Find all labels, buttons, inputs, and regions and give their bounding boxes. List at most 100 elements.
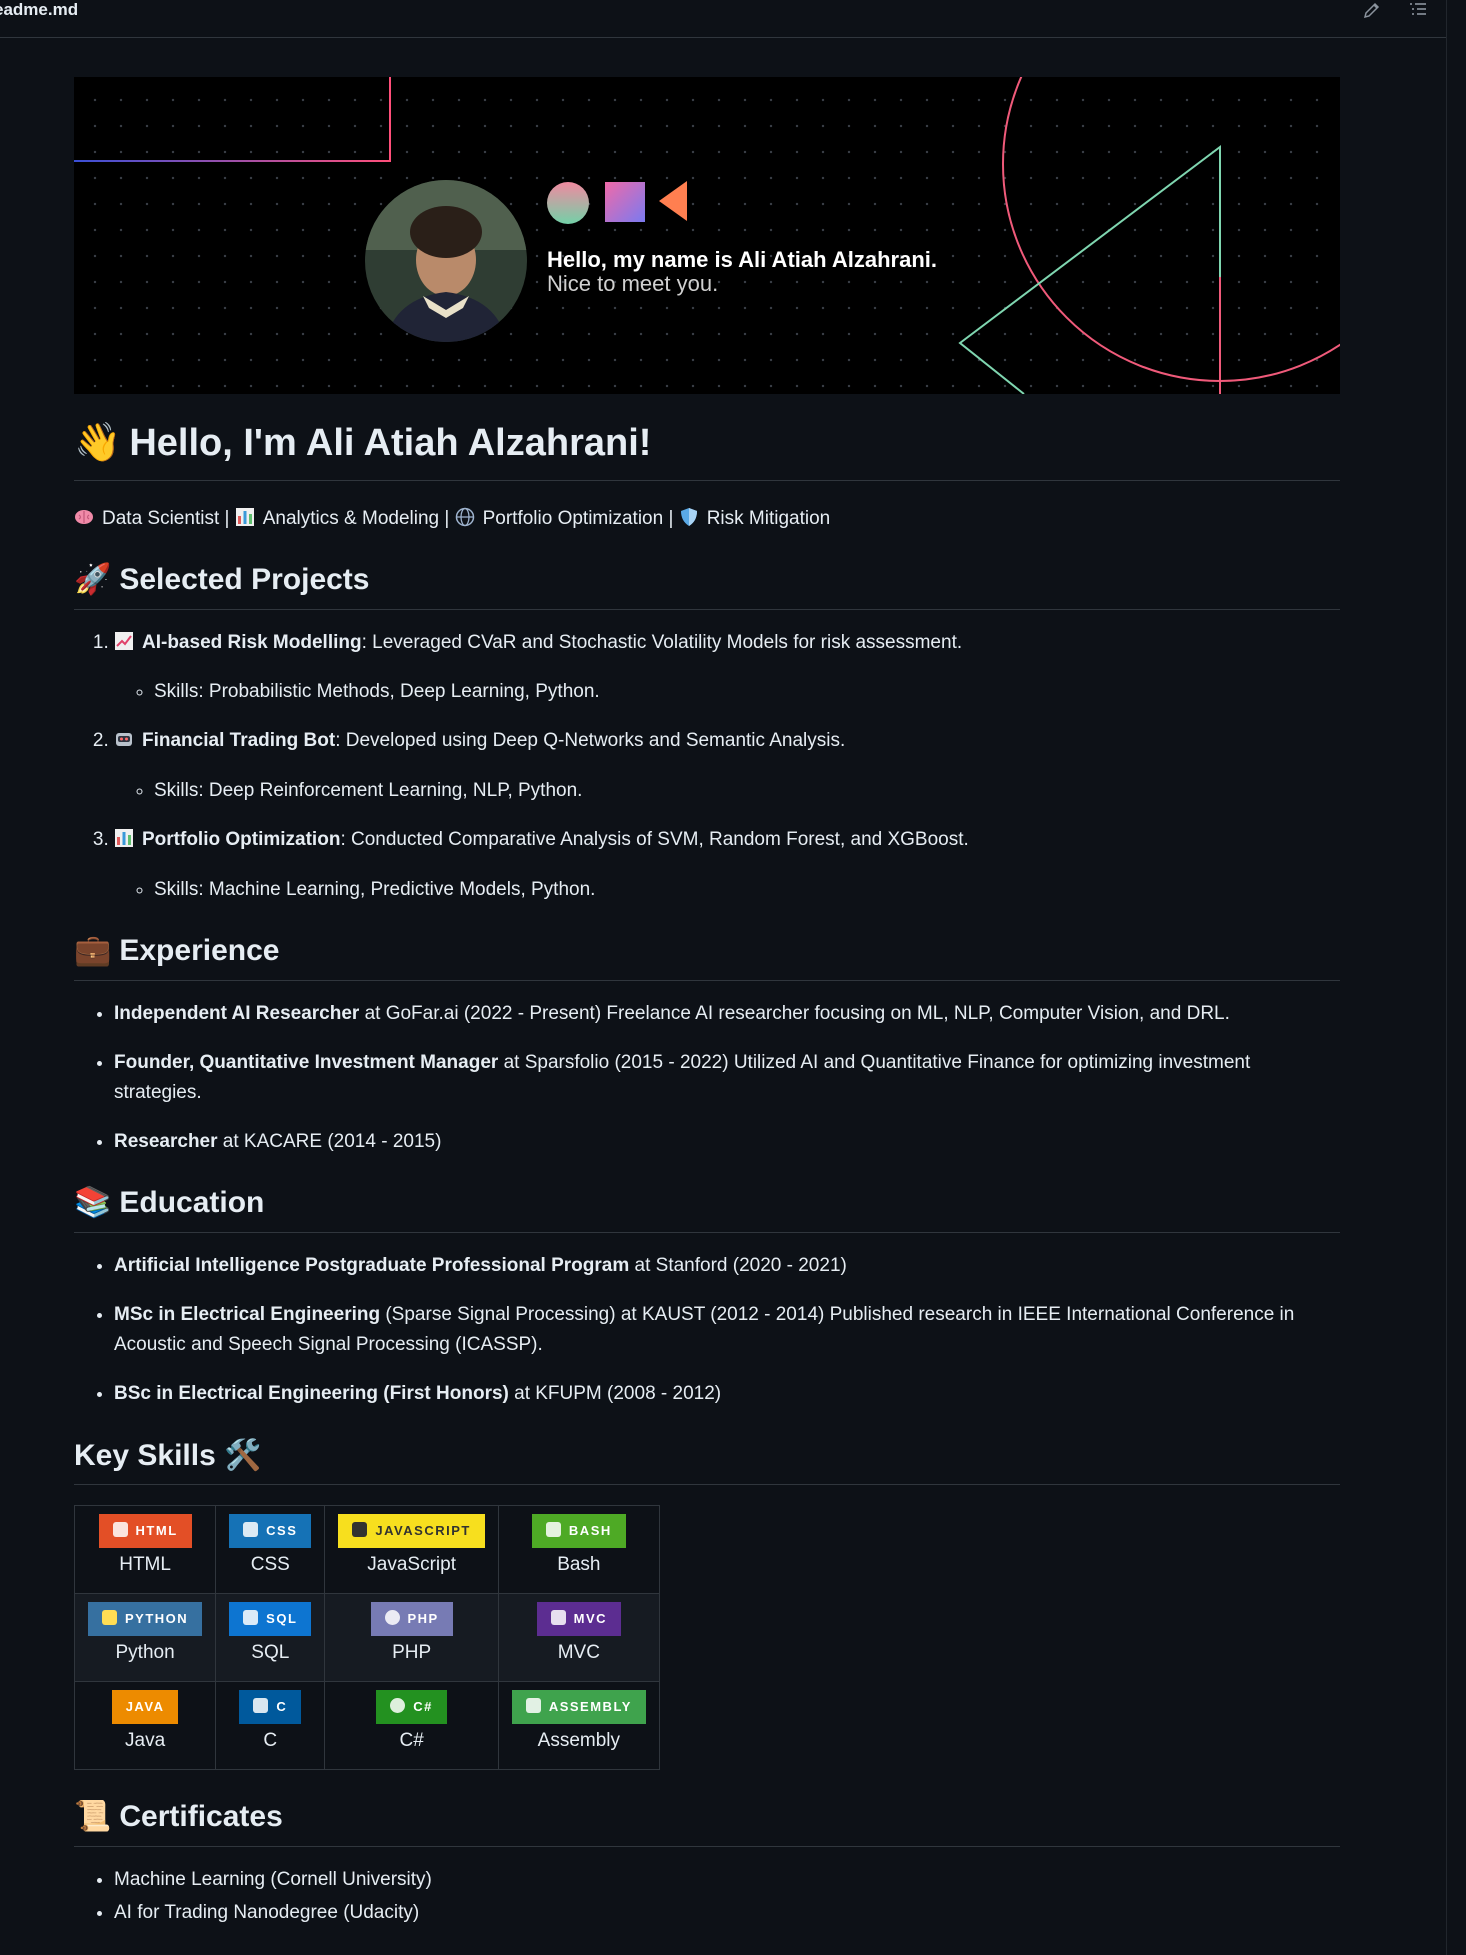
skill-badge[interactable]: CSS	[229, 1514, 312, 1549]
badge-text: C	[276, 1699, 288, 1715]
project-name: AI-based Risk Modelling	[142, 631, 362, 653]
page-title-text: Hello, I'm Ali Atiah Alzahrani!	[129, 422, 652, 464]
badge-text: SQL	[266, 1611, 298, 1627]
projects-list: AI-based Risk Modelling: Leveraged CVaR …	[74, 628, 1340, 905]
database-icon	[243, 1610, 259, 1626]
skill-label: Java	[125, 1730, 166, 1752]
vertical-scrollbar[interactable]	[1446, 0, 1466, 1955]
skill-label: SQL	[251, 1642, 290, 1664]
tagline: Data Scientist | Analytics & Modeling | …	[74, 505, 1340, 534]
list-item: AI-based Risk Modelling: Leveraged CVaR …	[114, 628, 1340, 707]
briefcase-icon: 💼	[74, 934, 112, 968]
project-name: Portfolio Optimization	[142, 829, 341, 851]
degree-title: BSc in Electrical Engineering (First Hon…	[114, 1383, 509, 1405]
chart-increasing-icon	[114, 631, 134, 651]
list-item: BSc in Electrical Engineering (First Hon…	[114, 1379, 1340, 1408]
javascript-icon	[352, 1522, 368, 1538]
scroll-icon: 📜	[74, 1800, 112, 1834]
project-desc: : Developed using Deep Q-Networks and Se…	[335, 730, 846, 752]
globe-icon	[455, 507, 475, 527]
square-shape-icon	[605, 182, 645, 222]
badge-text: JAVA	[125, 1699, 165, 1715]
project-desc: : Leveraged CVaR and Stochastic Volatili…	[361, 631, 963, 653]
experience-list: Independent AI Researcher at GoFar.ai (2…	[74, 999, 1340, 1157]
python-icon	[102, 1610, 117, 1626]
skill-cell: PHP PHP	[324, 1593, 499, 1683]
section-title: Education	[119, 1186, 265, 1220]
circle-shape-icon	[547, 182, 589, 224]
skill-cell: HTML HTML	[73, 1505, 217, 1595]
skill-badge[interactable]: ASSEMBLY	[511, 1690, 646, 1725]
skill-label: Bash	[557, 1554, 601, 1576]
tagline-separator: |	[224, 507, 230, 529]
skill-badge[interactable]: PYTHON	[88, 1602, 203, 1637]
table-row: JAVA Java CC C# C# ASSEMBLY Assembly	[73, 1681, 660, 1771]
role-title: Researcher	[114, 1130, 218, 1152]
rocket-icon: 🚀	[74, 563, 112, 596]
skill-label: C#	[399, 1730, 424, 1752]
list-item: Skills: Deep Reinforcement Learning, NLP…	[154, 776, 1340, 805]
list-item: Financial Trading Bot: Developed using D…	[114, 726, 1340, 805]
skill-badge[interactable]: BASH	[531, 1514, 626, 1549]
skill-badge[interactable]: C#	[376, 1690, 447, 1725]
tagline-separator: |	[668, 507, 674, 529]
list-item: Founder, Quantitative Investment Manager…	[114, 1048, 1340, 1107]
section-title: Selected Projects	[119, 563, 370, 596]
section-heading-projects: 🚀 Selected Projects	[74, 561, 1340, 610]
section-title: Key Skills	[74, 1438, 216, 1472]
skill-badge[interactable]: JAVASCRIPT	[338, 1514, 485, 1549]
list-item: Researcher at KACARE (2014 - 2015)	[114, 1127, 1340, 1156]
skill-badge[interactable]: JAVA	[111, 1690, 179, 1725]
table-row: PYTHON Python SQL SQL PHP PHP MVC MVC	[73, 1593, 660, 1683]
degree-title: MSc in Electrical Engineering	[114, 1304, 381, 1326]
skill-cell: CSS CSS	[215, 1505, 326, 1595]
list-item: AI for Trading Nanodegree (Udacity)	[114, 1898, 1340, 1927]
badge-text: CSS	[266, 1523, 298, 1539]
skill-badge[interactable]: MVC	[536, 1602, 622, 1637]
banner-greeting: Hello, my name is Ali Atiah Alzahrani.	[547, 247, 937, 272]
banner-decoration	[74, 77, 1340, 394]
skills-table: HTML HTML CSS CSS JAVASCRIPT JavaScript BAS…	[73, 1505, 660, 1771]
skill-cell: PYTHON Python	[73, 1593, 217, 1683]
skill-badge[interactable]: HTML	[98, 1514, 192, 1549]
skill-badge[interactable]: SQL	[229, 1602, 312, 1637]
csharp-icon	[390, 1698, 406, 1714]
books-icon: 📚	[74, 1186, 112, 1220]
degree-title: Artificial Intelligence Postgraduate Pro…	[114, 1254, 630, 1276]
tagline-item: Portfolio Optimization	[482, 507, 664, 529]
bar-chart-icon	[114, 828, 134, 848]
degree-details: at Stanford (2020 - 2021)	[629, 1254, 847, 1276]
outline-list-icon[interactable]	[1408, 0, 1428, 20]
skill-label: Python	[115, 1642, 175, 1664]
role-title: Independent AI Researcher	[114, 1002, 360, 1024]
shield-icon	[679, 507, 699, 527]
certificates-list: Machine Learning (Cornell University) AI…	[74, 1865, 1340, 1928]
dotnet-icon	[550, 1610, 566, 1626]
list-item: Artificial Intelligence Postgraduate Pro…	[114, 1251, 1340, 1280]
skill-cell: CC	[215, 1681, 326, 1771]
skill-cell: JAVA Java	[73, 1681, 217, 1771]
tagline-item: Analytics & Modeling	[262, 507, 440, 529]
waving-hand-icon: 👋	[74, 422, 122, 464]
list-item: Skills: Probabilistic Methods, Deep Lear…	[154, 677, 1340, 706]
html5-icon	[112, 1522, 128, 1538]
skill-label: C	[263, 1730, 278, 1752]
tagline-separator: |	[444, 507, 450, 529]
skill-label: MVC	[557, 1642, 600, 1664]
education-list: Artificial Intelligence Postgraduate Pro…	[74, 1251, 1340, 1409]
role-details: at KACARE (2014 - 2015)	[217, 1130, 442, 1152]
skill-badge[interactable]: C	[239, 1690, 302, 1725]
section-title: Experience	[119, 934, 280, 968]
degree-details: at KFUPM (2008 - 2012)	[508, 1383, 722, 1405]
section-heading-education: 📚 Education	[74, 1184, 1340, 1233]
skill-badge[interactable]: PHP	[370, 1602, 453, 1637]
profile-banner: Hello, my name is Ali Atiah Alzahrani. N…	[74, 77, 1340, 394]
assembly-icon	[525, 1698, 541, 1714]
tagline-item: Risk Mitigation	[706, 507, 831, 529]
banner-subtitle: Nice to meet you.	[547, 271, 719, 296]
skill-label: Assembly	[537, 1730, 621, 1752]
pencil-edit-icon[interactable]	[1362, 0, 1382, 20]
skill-cell: BASH Bash	[497, 1505, 660, 1595]
skill-cell: MVC MVC	[497, 1593, 660, 1683]
skill-label: HTML	[119, 1554, 171, 1576]
